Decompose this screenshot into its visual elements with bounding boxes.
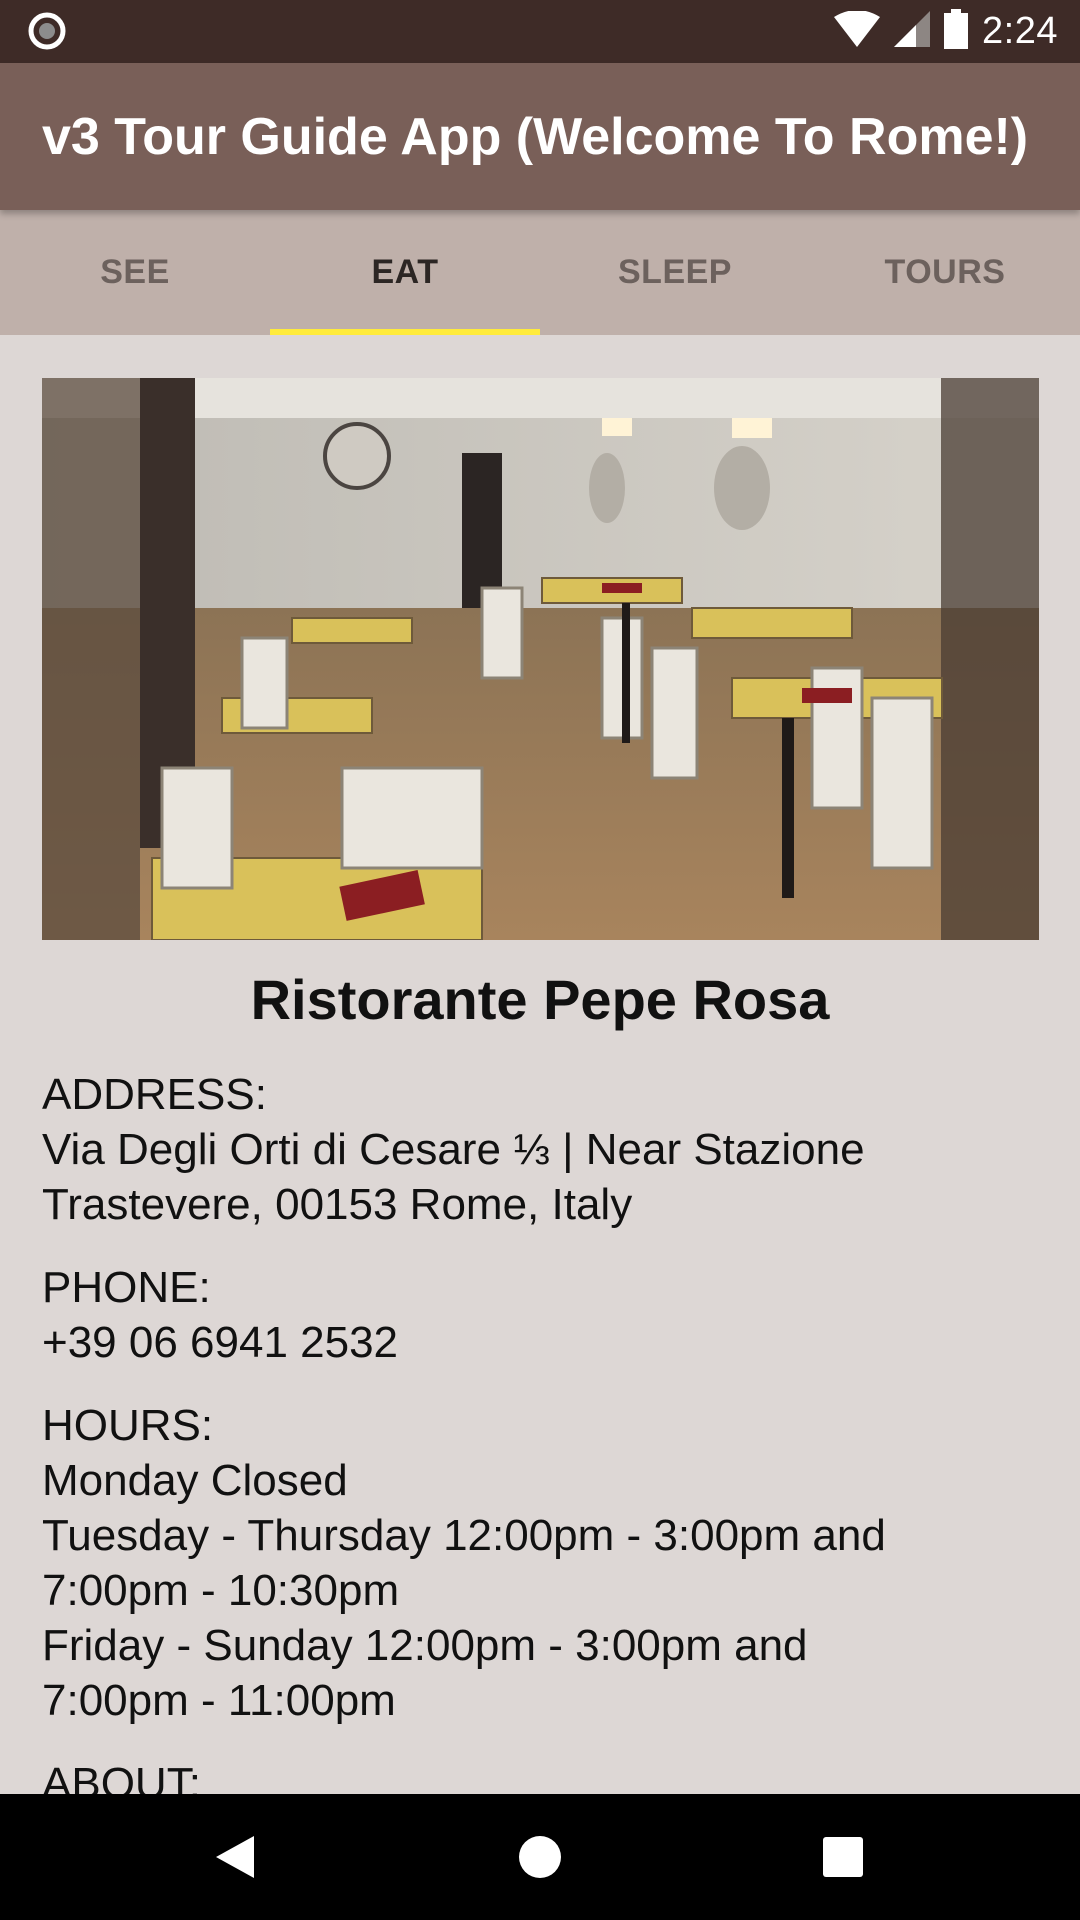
status-bar: 2:24 bbox=[0, 0, 1080, 63]
back-icon[interactable] bbox=[195, 1794, 275, 1920]
battery-icon bbox=[944, 9, 969, 54]
status-icons: 2:24 bbox=[834, 0, 1058, 63]
home-icon[interactable] bbox=[500, 1794, 580, 1920]
hours-line: Friday - Sunday 12:00pm - 3:00pm and bbox=[42, 1621, 808, 1670]
phone-label: PHONE: bbox=[42, 1263, 211, 1312]
address-line: Trastevere, 00153 Rome, Italy bbox=[42, 1180, 633, 1229]
hours-label: HOURS: bbox=[42, 1401, 214, 1450]
wifi-icon bbox=[834, 10, 881, 52]
hours-line: 7:00pm - 10:30pm bbox=[42, 1566, 400, 1615]
hours-line: Tuesday - Thursday 12:00pm - 3:00pm and bbox=[42, 1511, 886, 1560]
phone-block: PHONE: +39 06 6941 2532 bbox=[42, 1260, 1032, 1370]
hours-block: HOURS: Monday Closed Tuesday - Thursday … bbox=[42, 1398, 1032, 1728]
restaurant-photo bbox=[42, 378, 1039, 940]
address-line: Via Degli Orti di Cesare ⅓ | Near Stazio… bbox=[42, 1125, 865, 1174]
tab-see[interactable]: SEE bbox=[0, 210, 270, 335]
hours-line: Monday Closed bbox=[42, 1456, 348, 1505]
recents-icon[interactable] bbox=[803, 1794, 883, 1920]
place-info: ADDRESS: Via Degli Orti di Cesare ⅓ | Ne… bbox=[42, 1067, 1032, 1794]
cellular-signal-icon bbox=[894, 11, 931, 52]
tab-tours[interactable]: TOURS bbox=[810, 210, 1080, 335]
screen: 2:24 v3 Tour Guide App (Welcome To Rome!… bbox=[0, 0, 1080, 1920]
place-name: Ristorante Pepe Rosa bbox=[250, 968, 830, 1031]
system-nav-bar bbox=[0, 1794, 1080, 1920]
tab-bar: SEE EAT SLEEP TOURS bbox=[0, 210, 1080, 335]
about-label: ABOUT: bbox=[42, 1759, 201, 1794]
app-bar: v3 Tour Guide App (Welcome To Rome!) bbox=[0, 63, 1080, 210]
address-block: ADDRESS: Via Degli Orti di Cesare ⅓ | Ne… bbox=[42, 1067, 1032, 1232]
hours-line: 7:00pm - 11:00pm bbox=[42, 1676, 396, 1725]
notification-dot-icon bbox=[28, 12, 66, 50]
tab-eat[interactable]: EAT bbox=[270, 210, 540, 335]
place-detail[interactable]: Ristorante Pepe Rosa ADDRESS: Via Degli … bbox=[0, 335, 1080, 1794]
tab-sleep[interactable]: SLEEP bbox=[540, 210, 810, 335]
phone-number: +39 06 6941 2532 bbox=[42, 1318, 399, 1367]
address-label: ADDRESS: bbox=[42, 1070, 267, 1119]
app-title: v3 Tour Guide App (Welcome To Rome!) bbox=[42, 108, 1029, 166]
status-time: 2:24 bbox=[982, 10, 1058, 52]
about-block: ABOUT: bbox=[42, 1756, 1032, 1794]
